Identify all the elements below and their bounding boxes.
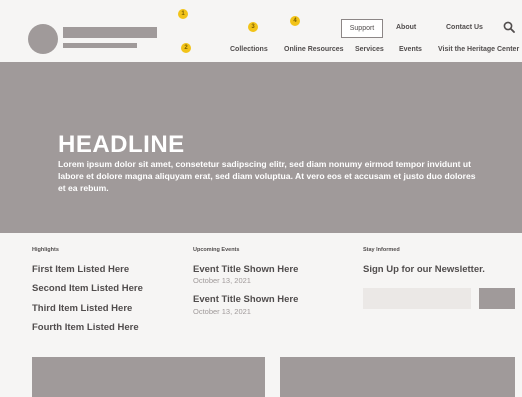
highlight-item[interactable]: First Item Listed Here — [32, 264, 129, 275]
newsletter-submit-button[interactable] — [479, 288, 515, 309]
newsletter-heading: Stay Informed — [363, 247, 400, 253]
annotation-marker: 1 — [178, 9, 188, 19]
highlight-item[interactable]: Third Item Listed Here — [32, 303, 132, 314]
feature-card[interactable] — [32, 357, 265, 397]
annotation-marker: 4 — [290, 16, 300, 26]
nav-events[interactable]: Events — [399, 46, 422, 53]
event-date: October 13, 2021 — [193, 307, 251, 316]
hero-body-text: Lorem ipsum dolor sit amet, consetetur s… — [58, 159, 476, 193]
events-heading: Upcoming Events — [193, 247, 240, 253]
nav-about[interactable]: About — [396, 24, 416, 31]
annotation-marker: 3 — [248, 22, 258, 32]
feature-card[interactable] — [280, 357, 515, 397]
support-button[interactable]: Support — [341, 19, 383, 38]
hero-headline: HEADLINE — [58, 131, 185, 158]
highlights-heading: Highlights — [32, 247, 59, 253]
highlight-item[interactable]: Fourth Item Listed Here — [32, 322, 139, 333]
event-date: October 13, 2021 — [193, 276, 251, 285]
newsletter-title: Sign Up for our Newsletter. — [363, 264, 485, 275]
annotation-marker: 2 — [181, 43, 191, 53]
search-icon[interactable] — [503, 21, 515, 33]
highlight-item[interactable]: Second Item Listed Here — [32, 283, 143, 294]
nav-services[interactable]: Services — [355, 46, 384, 53]
logo-mark[interactable] — [28, 24, 58, 54]
nav-collections[interactable]: Collections — [230, 46, 268, 53]
event-title[interactable]: Event Title Shown Here — [193, 264, 298, 275]
logo-title-placeholder[interactable] — [63, 27, 157, 38]
nav-online-resources[interactable]: Online Resources — [284, 46, 344, 53]
logo-subtitle-placeholder[interactable] — [63, 43, 137, 48]
nav-visit-heritage-center[interactable]: Visit the Heritage Center — [438, 46, 519, 53]
event-title[interactable]: Event Title Shown Here — [193, 294, 298, 305]
newsletter-email-input[interactable] — [363, 288, 471, 309]
nav-contact-us[interactable]: Contact Us — [446, 24, 483, 31]
